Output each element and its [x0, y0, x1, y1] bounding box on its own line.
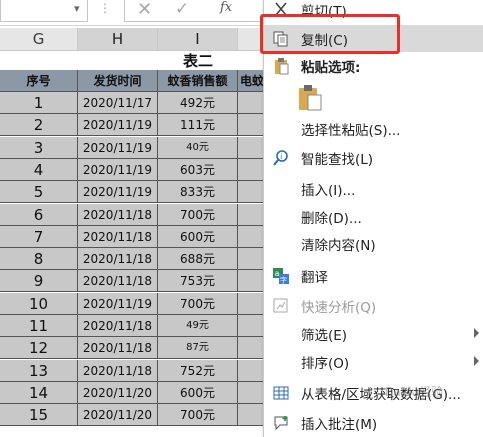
- cell-electric[interactable]: [238, 158, 264, 181]
- cell-seq[interactable]: 10: [0, 292, 78, 315]
- menu-item-translate[interactable]: a字 翻译: [264, 262, 483, 289]
- cell-seq[interactable]: 3: [0, 136, 78, 159]
- svg-text:字: 字: [280, 276, 287, 285]
- cell-electric[interactable]: [238, 315, 264, 337]
- cell-seq[interactable]: 5: [0, 181, 78, 204]
- cell-seq[interactable]: 12: [0, 337, 78, 360]
- cell-sales-amount[interactable]: 49元: [158, 315, 238, 337]
- enter-icon[interactable]: ✓: [175, 0, 189, 19]
- cell-electric[interactable]: [238, 114, 264, 137]
- menu-item-sort[interactable]: 排序(O): [264, 348, 483, 375]
- cell-seq[interactable]: 6: [0, 203, 78, 226]
- cell-electric[interactable]: [238, 92, 264, 114]
- cell-sales-amount[interactable]: 603元: [158, 158, 238, 181]
- cell-sales-amount[interactable]: 752元: [158, 359, 238, 382]
- cell-electric[interactable]: [238, 404, 264, 427]
- cell-ship-date[interactable]: 2020/11/18: [78, 248, 158, 271]
- column-header-i[interactable]: I: [158, 28, 238, 51]
- submenu-arrow-icon: [474, 356, 479, 366]
- cell-sales-amount[interactable]: 111元: [158, 114, 238, 137]
- cell-electric[interactable]: [238, 225, 264, 248]
- cell-sales-amount[interactable]: 700元: [158, 292, 238, 315]
- cell-electric[interactable]: [238, 359, 264, 382]
- paste-icon: [275, 58, 289, 75]
- cell-seq[interactable]: 8: [0, 248, 78, 271]
- cancel-icon[interactable]: ✕: [137, 0, 152, 20]
- name-box-dropdown-icon[interactable]: ▾: [74, 2, 80, 15]
- menu-item-get-data[interactable]: 从表格/区域获取数据(G)...: [264, 379, 483, 406]
- header-electric[interactable]: 电蚊: [238, 70, 264, 92]
- cell-seq[interactable]: 11: [0, 315, 78, 337]
- cell-ship-date[interactable]: 2020/11/18: [78, 225, 158, 248]
- more-icon[interactable]: ⋮: [99, 1, 111, 15]
- cell-seq[interactable]: 4: [0, 158, 78, 181]
- cell-sales-amount[interactable]: 492元: [158, 92, 238, 114]
- cell-sales-amount[interactable]: 40元: [158, 136, 238, 159]
- cell-sales-amount[interactable]: 700元: [158, 404, 238, 427]
- translate-icon: a字: [273, 268, 289, 285]
- menu-item-paste-special[interactable]: 选择性粘贴(S)...: [264, 115, 483, 142]
- menu-item-clear-contents[interactable]: 清除内容(N): [264, 230, 483, 257]
- menu-item-delete[interactable]: 删除(D)...: [264, 203, 483, 230]
- cell-ship-date[interactable]: 2020/11/17: [78, 92, 158, 114]
- copy-highlight-box: [260, 14, 400, 54]
- smart-lookup-icon: i: [273, 150, 288, 166]
- cell-electric[interactable]: [238, 136, 264, 159]
- column-header-g[interactable]: G: [0, 28, 78, 51]
- cell-ship-date[interactable]: 2020/11/20: [78, 404, 158, 427]
- menu-section-paste-options: 粘贴选项:: [264, 52, 483, 79]
- svg-text:i: i: [280, 153, 282, 161]
- cell-seq[interactable]: 2: [0, 114, 78, 137]
- cell-sales-amount[interactable]: 833元: [158, 181, 238, 204]
- cell-electric[interactable]: [238, 181, 264, 204]
- cell-ship-date[interactable]: 2020/11/20: [78, 381, 158, 404]
- cell-electric[interactable]: [238, 270, 264, 293]
- menu-item-insert[interactable]: 插入(I)...: [264, 175, 483, 202]
- cell-ship-date[interactable]: 2020/11/18: [78, 270, 158, 293]
- paste-keep-formatting-icon[interactable]: [297, 84, 323, 112]
- cell-ship-date[interactable]: 2020/11/18: [78, 203, 158, 226]
- cell-seq[interactable]: 7: [0, 225, 78, 248]
- cell-sales-amount[interactable]: 600元: [158, 381, 238, 404]
- svg-text:a: a: [275, 269, 280, 278]
- cell-sales-amount[interactable]: 600元: [158, 225, 238, 248]
- cell-ship-date[interactable]: 2020/11/19: [78, 136, 158, 159]
- cell-seq[interactable]: 9: [0, 270, 78, 293]
- menu-item-filter[interactable]: 筛选(E): [264, 320, 483, 347]
- insert-function-icon[interactable]: fx: [220, 0, 232, 15]
- cell-seq[interactable]: 1: [0, 92, 78, 114]
- menu-item-quick-analysis[interactable]: 快速分析(Q): [264, 292, 483, 319]
- cell-sales-amount[interactable]: 688元: [158, 248, 238, 271]
- watermark: Baidu经验: [385, 385, 444, 399]
- header-mosquito-coil-sales[interactable]: 蚊香销售额: [158, 70, 238, 92]
- table-icon: [273, 386, 289, 400]
- cell-electric[interactable]: [238, 337, 264, 360]
- header-seq[interactable]: 序号: [0, 70, 78, 92]
- cell-seq[interactable]: 13: [0, 359, 78, 382]
- cell-ship-date[interactable]: 2020/11/19: [78, 181, 158, 204]
- cell-seq[interactable]: 14: [0, 381, 78, 404]
- cell-ship-date[interactable]: 2020/11/19: [78, 114, 158, 137]
- cell-ship-date[interactable]: 2020/11/18: [78, 359, 158, 382]
- cell-sales-amount[interactable]: 700元: [158, 203, 238, 226]
- menu-item-smart-lookup[interactable]: i 智能查找(L): [264, 144, 483, 171]
- comment-icon: [274, 416, 288, 431]
- cell-ship-date[interactable]: 2020/11/19: [78, 292, 158, 315]
- context-menu: 剪切(T) 复制(C) 粘贴选项: 选择性粘贴(S)... i 智能查找(L) …: [263, 0, 483, 437]
- cell-electric[interactable]: [238, 292, 264, 315]
- menu-item-insert-comment[interactable]: 插入批注(M): [264, 409, 483, 436]
- cell-sales-amount[interactable]: 753元: [158, 270, 238, 293]
- cell-electric[interactable]: [238, 381, 264, 404]
- quick-analysis-icon: [273, 298, 288, 313]
- submenu-arrow-icon: [474, 328, 479, 338]
- cell-ship-date[interactable]: 2020/11/18: [78, 315, 158, 337]
- cell-ship-date[interactable]: 2020/11/19: [78, 158, 158, 181]
- cell-electric[interactable]: [238, 248, 264, 271]
- header-ship-date[interactable]: 发货时间: [78, 70, 158, 92]
- cell-electric[interactable]: [238, 203, 264, 226]
- column-header-h[interactable]: H: [78, 28, 158, 51]
- cell-ship-date[interactable]: 2020/11/18: [78, 337, 158, 360]
- cell-sales-amount[interactable]: 87元: [158, 337, 238, 360]
- cell-seq[interactable]: 15: [0, 404, 78, 427]
